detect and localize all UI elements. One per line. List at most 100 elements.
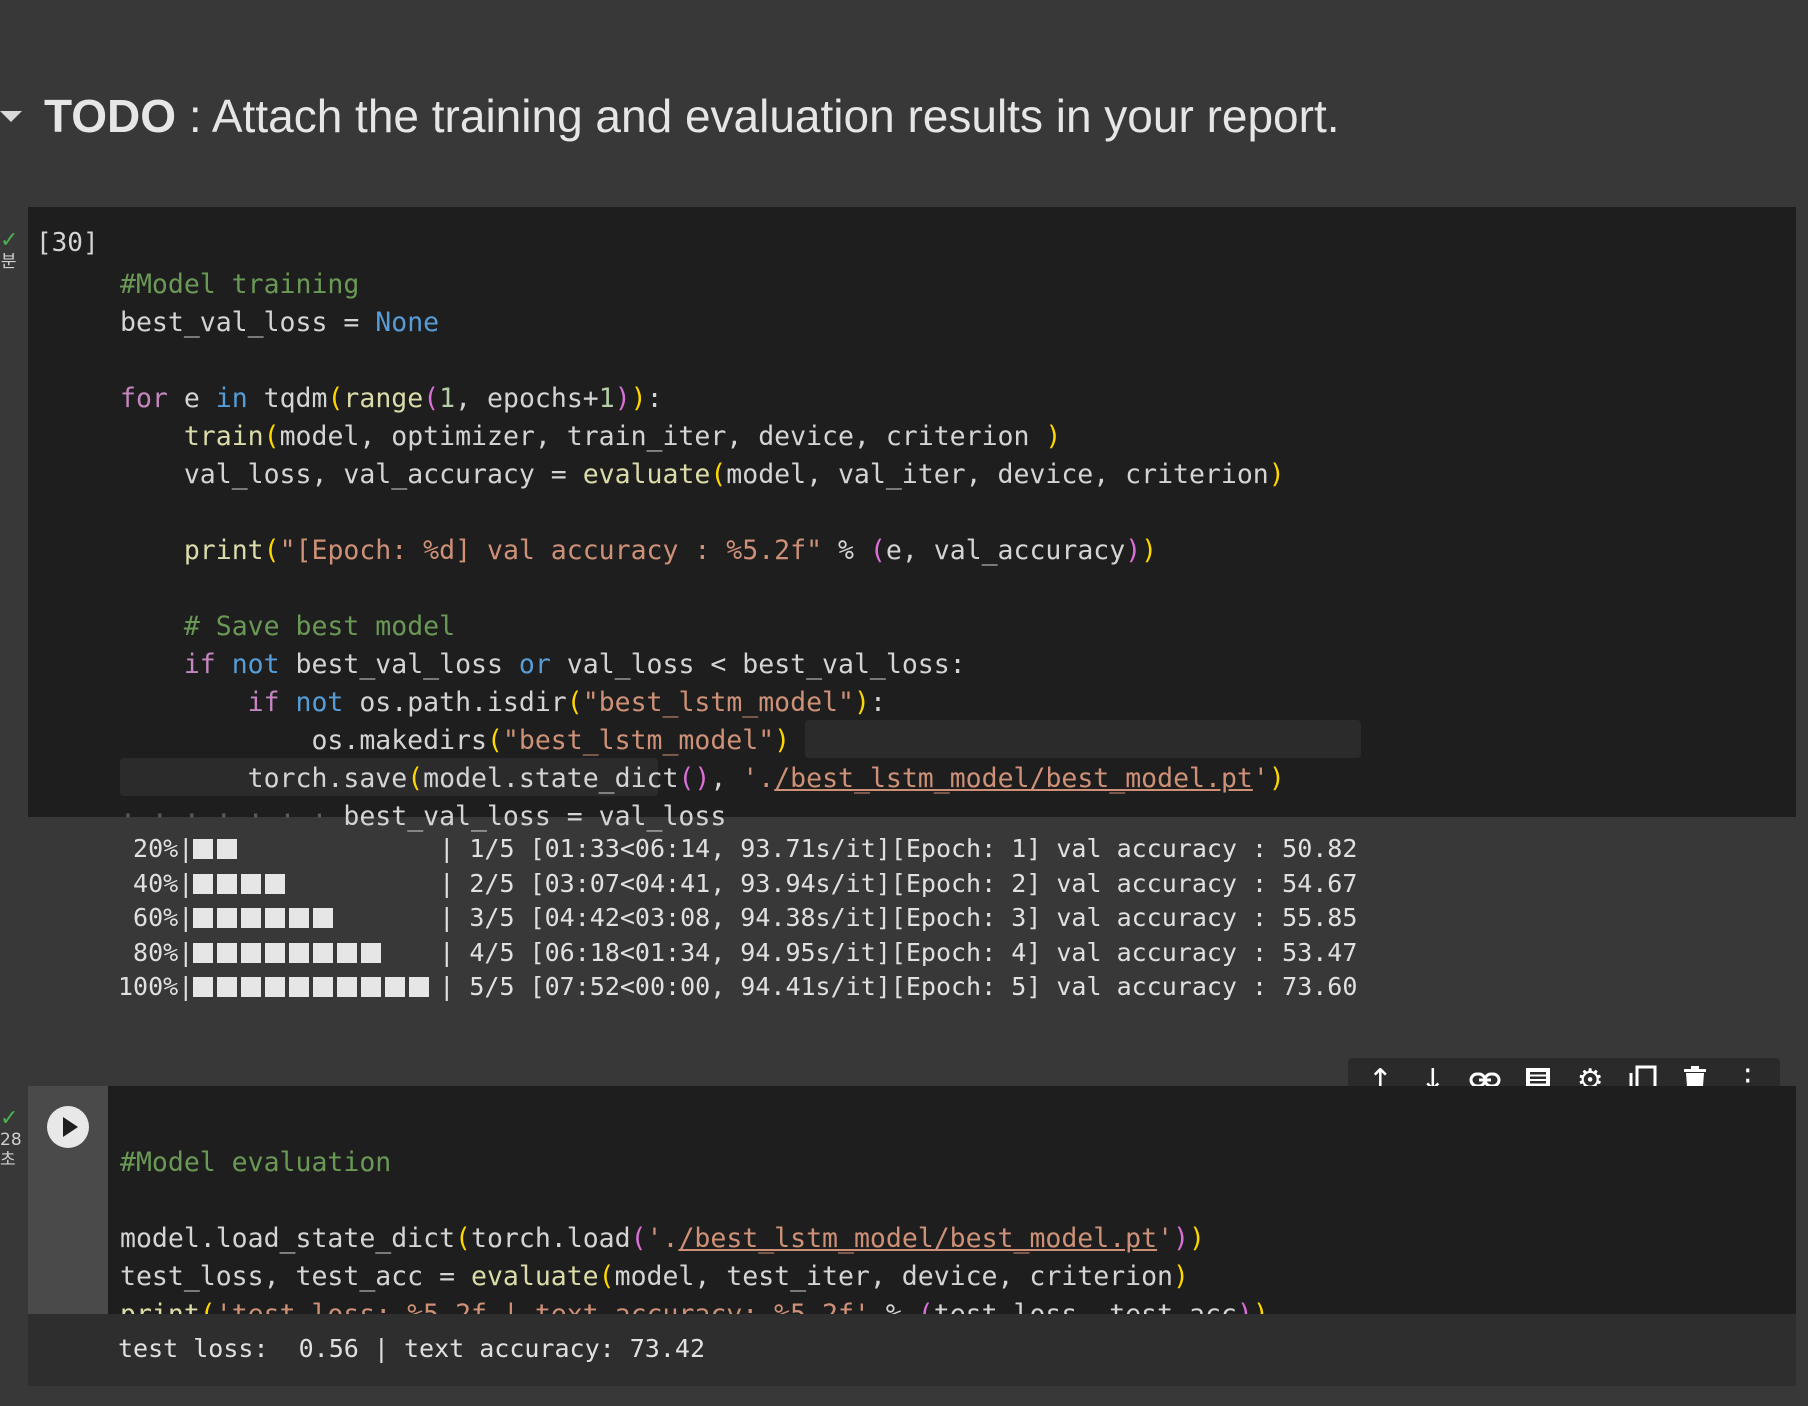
code-function: print [183,535,264,566]
progress-block [265,908,286,929]
code-function: range [343,383,424,414]
code-comment: #Model training [120,269,360,300]
progress-line: 40%| | 2/5 [03:07<04:41, 93.94s/it][Epoch… [118,867,1357,902]
code-paren: ) [1173,1261,1189,1292]
progress-block [313,942,334,963]
markdown-heading: TODO : Attach the training and evaluatio… [44,89,1340,143]
code-token: e, val_accuracy [885,535,1126,566]
code-function: evaluate [582,459,711,490]
code-paren: ) [1125,535,1142,566]
code-editor-evaluation[interactable]: #Model evaluation model.load_state_dict(… [120,1106,1269,1334]
code-token: model, test_iter, device, criterion [614,1261,1174,1292]
progress-block [193,977,214,998]
code-string: '. [646,1223,679,1254]
code-paren: ) [1268,459,1285,490]
progress-block [217,908,238,929]
code-token: model.load_state_dict [120,1223,456,1254]
code-token: best_val_loss = val_loss [343,801,727,832]
progress-bar [193,834,241,863]
code-token: val_loss < best_val_loss: [550,649,966,680]
progress-block [337,977,358,998]
progress-block [217,839,238,859]
code-editor-training[interactable]: #Model training best_val_loss = None for… [120,228,1285,836]
progress-info: | 3/5 [04:42<03:08, 94.38s/it][Epoch: 3]… [439,903,1358,933]
code-token: % [822,535,870,566]
code-comment: # Save best model [183,611,456,642]
code-token: os.makedirs [311,725,487,756]
code-keyword: None [375,307,440,338]
cell1-exec-time: 7분 [0,252,17,272]
code-paren: ( [263,421,280,452]
progress-line: 20%| | 1/5 [01:33<06:14, 93.71s/it][Epoch… [118,832,1357,867]
code-paren: ( [407,763,424,794]
code-token: : [646,383,663,414]
progress-percent: 40%| [118,868,194,898]
code-paren: ) [774,725,791,756]
heading-text: : Attach the training and evaluation res… [176,90,1340,142]
code-function: train [183,421,264,452]
run-cell-button[interactable] [47,1106,89,1148]
code-paren: ( [598,1261,615,1292]
file-path-link[interactable]: /best_lstm_model/best_model.pt [774,763,1253,794]
code-token: , epochs+ [455,383,599,414]
code-paren: ( [263,535,280,566]
code-token: , [710,763,743,794]
collapse-section-icon[interactable] [0,110,22,122]
cell1-status: ✓ 7분 [0,230,26,273]
progress-block [217,977,238,998]
code-token: e [167,383,216,414]
code-string: "[Epoch: %d] val accuracy : %5.2f" [279,535,823,566]
progress-bar [193,869,289,898]
progress-block [241,942,262,963]
progress-block [265,873,286,894]
file-path-link[interactable]: /best_lstm_model/best_model.pt [678,1223,1157,1254]
markdown-heading-row: TODO : Attach the training and evaluatio… [0,84,1808,148]
code-paren: ( [678,763,695,794]
code-token: model.state_dict [423,763,679,794]
code-number: 1 [439,383,456,414]
progress-block [241,908,262,929]
progress-block [217,873,238,894]
code-token: best_val_loss = [120,307,376,338]
training-output: 20%| | 1/5 [01:33<06:14, 93.71s/it][Epoch… [118,832,1357,1005]
progress-percent: 60%| [118,903,194,933]
code-paren: ) [1141,535,1158,566]
code-keyword: or [518,649,551,680]
code-number: 1 [598,383,615,414]
progress-bar [193,903,337,932]
evaluation-output: test loss: 0.56 | text accuracy: 73.42 [118,1334,705,1363]
code-token: torch.save [247,763,408,794]
progress-percent: 80%| [118,937,194,967]
code-keyword: in [215,383,248,414]
code-paren: ( [566,687,583,718]
progress-info: | 5/5 [07:52<00:00, 94.41s/it][Epoch: 5]… [439,972,1358,1002]
code-string: ' [1252,763,1269,794]
code-keyword: if [183,649,216,680]
cell2-status: ✓ 28 초 [0,1108,26,1171]
progress-line: 60%| | 3/5 [04:42<03:08, 94.38s/it][Epoch… [118,901,1357,936]
code-string: ' [1157,1223,1174,1254]
progress-info: | 2/5 [03:07<04:41, 93.94s/it][Epoch: 2]… [439,868,1358,898]
code-paren: ( [327,383,344,414]
code-paren: ( [423,383,440,414]
code-paren: ) [694,763,711,794]
code-paren: ) [1268,763,1285,794]
code-paren: ( [710,459,727,490]
code-paren: ) [614,383,631,414]
progress-block [241,977,262,998]
code-string: '. [742,763,775,794]
code-token: model, val_iter, device, criterion [726,459,1269,490]
code-paren: ) [630,383,647,414]
code-keyword: not [215,649,280,680]
progress-block [361,977,382,998]
progress-block [217,942,238,963]
progress-percent: 100%| [118,972,194,1002]
code-token: : [869,687,886,718]
code-keyword: if [247,687,280,718]
cell2-exec-time: 28 초 [0,1130,22,1170]
code-keyword: for [120,383,168,414]
progress-block [241,873,262,894]
code-token: tqdm [247,383,328,414]
code-token: torch.load [471,1223,631,1254]
code-paren: ( [455,1223,472,1254]
